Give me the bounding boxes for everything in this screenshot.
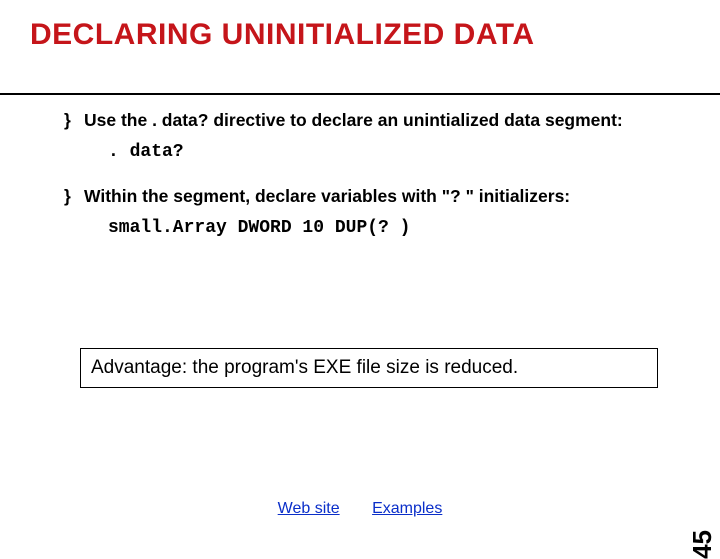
- code-line: small.Array DWORD 10 DUP(? ): [108, 218, 674, 238]
- body-content: Use the . data? directive to declare an …: [30, 110, 690, 388]
- examples-link[interactable]: Examples: [372, 500, 442, 517]
- code-line: . data?: [108, 142, 674, 162]
- page-number: 45: [687, 530, 718, 559]
- slide: DECLARING UNINITIALIZED DATA Use the . d…: [0, 0, 720, 540]
- website-link[interactable]: Web site: [278, 500, 340, 517]
- footer-links: Web site Examples: [0, 500, 720, 518]
- bullet-item: Use the . data? directive to declare an …: [64, 110, 674, 132]
- advantage-box: Advantage: the program's EXE file size i…: [80, 348, 658, 388]
- bullet-item: Within the segment, declare variables wi…: [64, 186, 674, 208]
- hr-divider: [0, 93, 720, 95]
- slide-title: DECLARING UNINITIALIZED DATA: [30, 18, 690, 52]
